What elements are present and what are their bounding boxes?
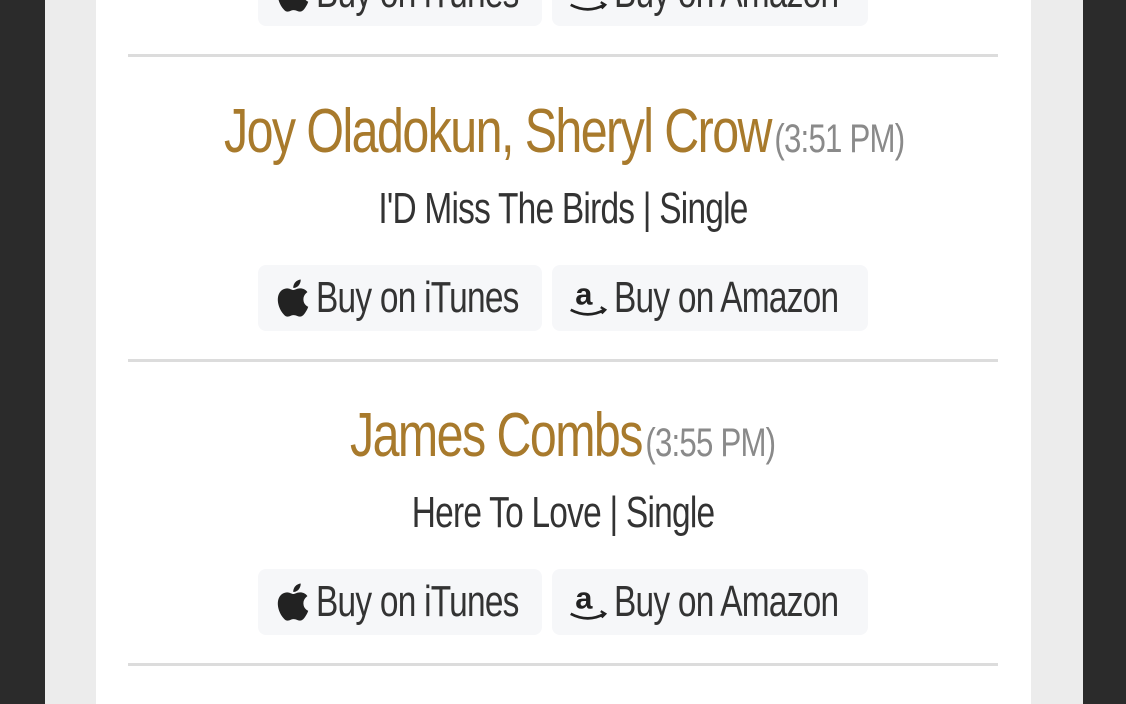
svg-text:a: a (575, 276, 593, 311)
buy-itunes-label: Buy on iTunes (316, 577, 519, 626)
amazon-icon: a (568, 578, 608, 626)
svg-text:a: a (575, 580, 593, 615)
album-info: I'D Miss The Birds | Single (128, 184, 998, 234)
buy-amazon-button[interactable]: a Buy on Amazon (552, 0, 868, 26)
buy-itunes-button[interactable]: Buy on iTunes (258, 265, 542, 331)
artist-name[interactable]: Joy Oladokun, Sheryl Crow (224, 96, 773, 167)
play-time: (3:51 PM) (774, 117, 905, 161)
amazon-icon: a (568, 274, 608, 322)
divider (128, 359, 998, 362)
buy-amazon-button[interactable]: a Buy on Amazon (552, 265, 868, 331)
buy-amazon-label: Buy on Amazon (614, 0, 839, 18)
svg-text:a: a (575, 0, 593, 6)
divider (128, 663, 998, 666)
apple-icon (274, 578, 310, 626)
divider (128, 54, 998, 57)
buy-itunes-button[interactable]: Buy on iTunes (258, 569, 542, 635)
entry-heading: Joy Oladokun, Sheryl Crow (3:51 PM) (128, 96, 998, 167)
buy-amazon-button[interactable]: a Buy on Amazon (552, 569, 868, 635)
amazon-icon: a (568, 0, 608, 17)
buy-itunes-button[interactable]: Buy on iTunes (258, 0, 542, 26)
apple-icon (274, 274, 310, 322)
buy-amazon-label: Buy on Amazon (614, 273, 839, 322)
album-title: Here To Love | Single (411, 488, 715, 537)
album-info: Here To Love | Single (128, 488, 998, 538)
apple-icon (274, 0, 310, 17)
buy-amazon-label: Buy on Amazon (614, 577, 839, 626)
entry-heading: James Combs (3:55 PM) (128, 400, 998, 471)
album-title: I'D Miss The Birds | Single (378, 184, 748, 233)
buy-itunes-label: Buy on iTunes (316, 0, 519, 18)
artist-name[interactable]: James Combs (350, 400, 643, 471)
play-time: (3:55 PM) (645, 421, 777, 465)
buy-itunes-label: Buy on iTunes (316, 273, 519, 322)
